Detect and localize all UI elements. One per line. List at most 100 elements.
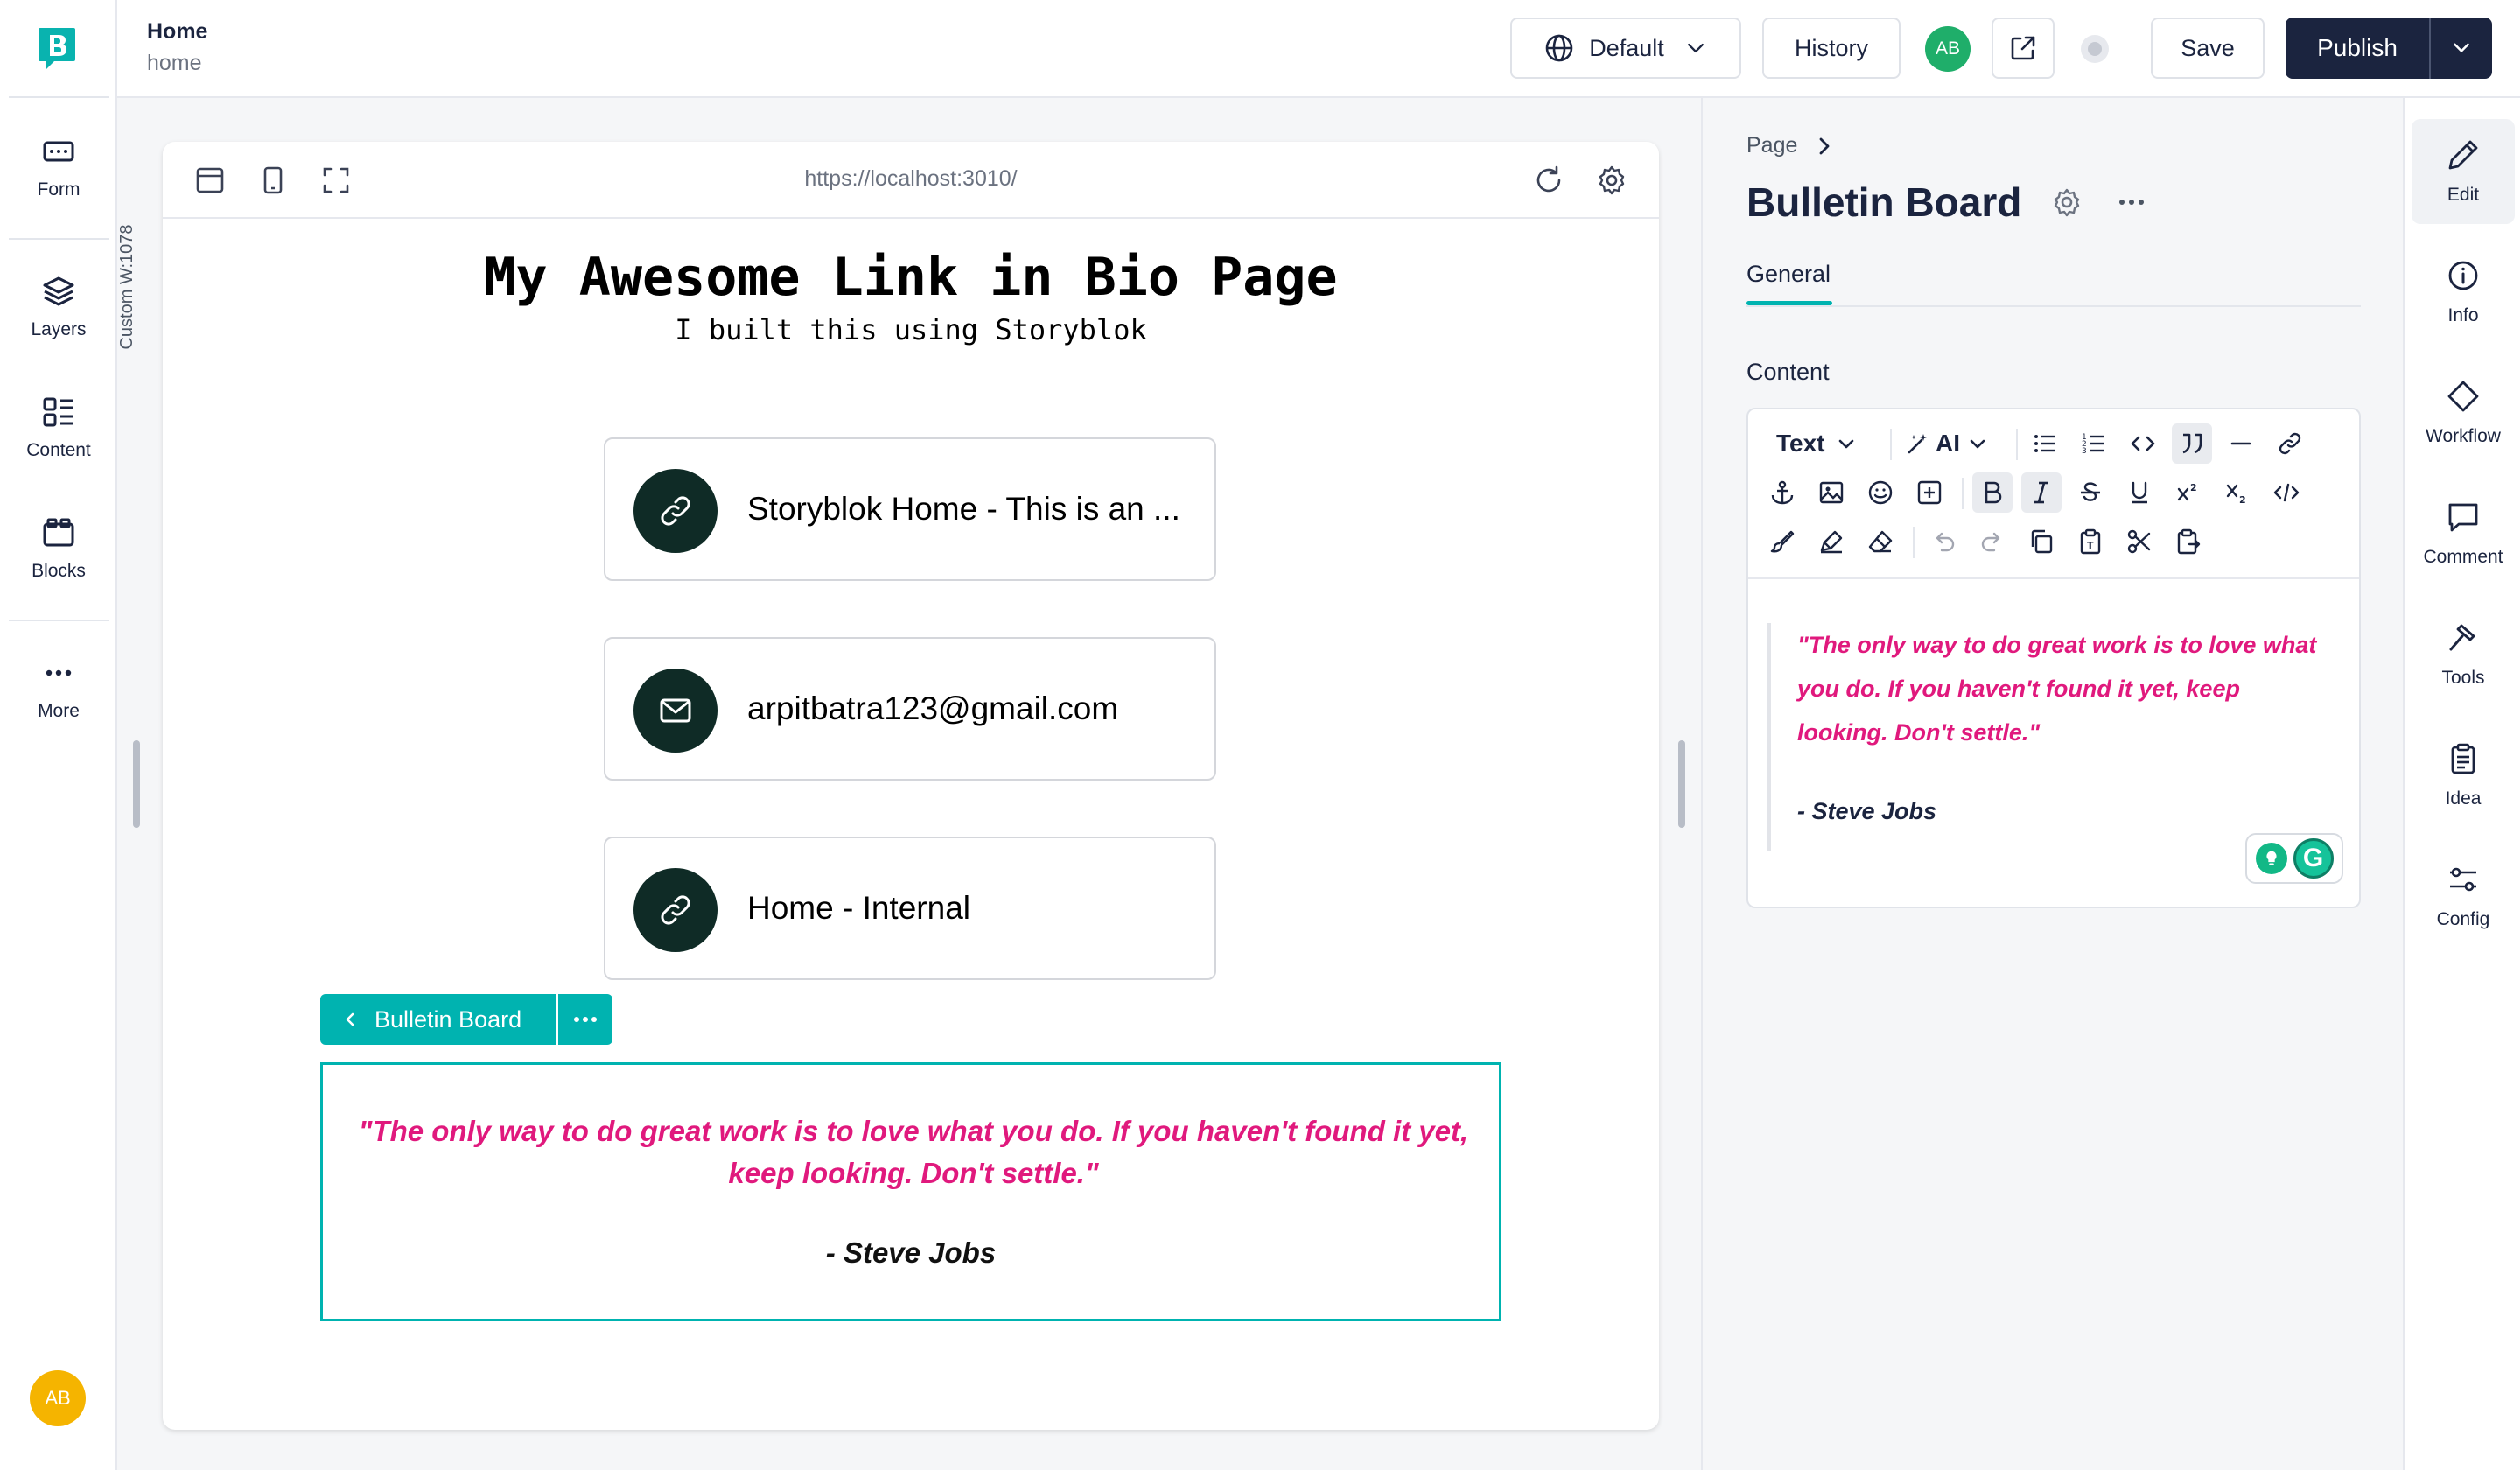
sidebar-item-content[interactable]: Content bbox=[0, 380, 117, 476]
link-card[interactable]: arpitbatra123@gmail.com bbox=[604, 637, 1216, 780]
collaborator-avatar[interactable]: AB bbox=[1925, 26, 1970, 72]
underline-button[interactable] bbox=[2119, 472, 2160, 513]
block-options-button[interactable] bbox=[558, 994, 613, 1045]
grammarly-logo-icon[interactable]: G bbox=[2292, 838, 2334, 878]
left-resize-handle[interactable] bbox=[133, 740, 140, 828]
sidebar-item-blocks[interactable]: Blocks bbox=[0, 500, 117, 597]
sidebar-item-label: Workflow bbox=[2426, 426, 2501, 446]
paste-special-button[interactable] bbox=[2168, 522, 2208, 562]
panel-title: Bulletin Board bbox=[1746, 178, 2146, 226]
ai-label: AI bbox=[1936, 430, 1960, 457]
sidebar-item-more[interactable]: More bbox=[0, 640, 117, 737]
chevron-right-icon bbox=[1819, 137, 1830, 154]
bullet-list-button[interactable] bbox=[2025, 424, 2065, 464]
copy-button[interactable] bbox=[2021, 522, 2062, 562]
editor-content[interactable]: "The only way to do great work is to lov… bbox=[1768, 623, 2328, 850]
block-editor-panel: Page Bulletin Board General Content Text bbox=[1701, 98, 2403, 1470]
block-parent-button[interactable]: Bulletin Board bbox=[320, 994, 557, 1045]
more-dots-icon[interactable] bbox=[2118, 198, 2146, 206]
svg-text:3: 3 bbox=[2082, 447, 2087, 456]
code-block-button[interactable] bbox=[2266, 472, 2306, 513]
sidebar-item-workflow[interactable]: Workflow bbox=[2412, 360, 2515, 466]
chevron-down-icon bbox=[2454, 43, 2469, 52]
text-format-dropdown[interactable]: Text bbox=[1776, 424, 1858, 464]
sidebar-item-form[interactable]: Form bbox=[0, 119, 117, 215]
code-icon bbox=[2131, 436, 2155, 452]
sidebar-item-tools[interactable]: Tools bbox=[2412, 602, 2515, 707]
cut-button[interactable] bbox=[2119, 522, 2160, 562]
subscript-button[interactable]: 2 bbox=[2217, 472, 2258, 513]
sidebar-item-label: Layers bbox=[31, 319, 87, 340]
history-button[interactable]: History bbox=[1762, 18, 1900, 79]
right-sidebar: Edit Info Workflow Comment Tools Idea Co… bbox=[2403, 98, 2520, 1470]
active-tab-indicator bbox=[1746, 301, 1832, 305]
info-icon bbox=[2448, 261, 2478, 290]
redo-button[interactable] bbox=[1972, 522, 2012, 562]
breadcrumb[interactable]: Page bbox=[1746, 133, 1836, 158]
breadcrumb-page[interactable]: Page bbox=[1746, 133, 1797, 158]
highlight-button[interactable] bbox=[1811, 522, 1852, 562]
ordered-list-icon: 123 bbox=[2082, 433, 2104, 456]
gear-icon[interactable] bbox=[2051, 186, 2082, 218]
storyblok-logo-icon[interactable] bbox=[37, 26, 77, 72]
left-sidebar: Form Layers Content Blocks More AB bbox=[0, 0, 117, 1470]
link-icon bbox=[634, 469, 718, 553]
preview-toolbar: https://localhost:3010/ bbox=[163, 142, 1659, 219]
user-avatar[interactable]: AB bbox=[30, 1370, 86, 1426]
tab-general[interactable]: General bbox=[1746, 261, 1830, 288]
open-external-button[interactable] bbox=[1992, 18, 2054, 79]
italic-button[interactable] bbox=[2021, 472, 2062, 513]
sidebar-item-edit[interactable]: Edit bbox=[2412, 119, 2515, 224]
workflow-icon bbox=[2447, 381, 2479, 412]
magic-wand-icon bbox=[1908, 434, 1927, 454]
language-select[interactable]: Default bbox=[1510, 18, 1741, 79]
image-button[interactable] bbox=[1811, 472, 1852, 513]
ordered-list-button[interactable]: 123 bbox=[2074, 424, 2114, 464]
strikethrough-icon bbox=[2081, 482, 2100, 501]
link-card[interactable]: Home - Internal bbox=[604, 836, 1216, 980]
anchor-button[interactable] bbox=[1762, 472, 1802, 513]
publish-button[interactable]: Publish bbox=[2286, 18, 2429, 79]
gear-icon bbox=[1599, 165, 1625, 195]
strikethrough-button[interactable] bbox=[2070, 472, 2110, 513]
bold-button[interactable] bbox=[1972, 472, 2012, 513]
quote-author: - Steve Jobs bbox=[825, 1236, 997, 1269]
link-text: arpitbatra123@gmail.com bbox=[747, 690, 1119, 726]
bulletin-board-block[interactable]: "The only way to do great work is to lov… bbox=[320, 1062, 1502, 1321]
config-icon bbox=[2450, 867, 2476, 892]
preview-url[interactable]: https://localhost:3010/ bbox=[163, 166, 1659, 192]
code-button[interactable] bbox=[2123, 424, 2163, 464]
divider bbox=[9, 96, 108, 98]
emoji-button[interactable] bbox=[1860, 472, 1900, 513]
publish-options-button[interactable] bbox=[2431, 18, 2492, 79]
sidebar-item-idea[interactable]: Idea bbox=[2412, 723, 2515, 828]
text-color-button[interactable] bbox=[1762, 522, 1802, 562]
text-format-label: Text bbox=[1776, 430, 1825, 457]
reload-button[interactable] bbox=[1530, 161, 1568, 200]
sidebar-item-info[interactable]: Info bbox=[2412, 240, 2515, 345]
editor-quote-author: - Steve Jobs bbox=[1797, 798, 1937, 824]
insert-block-button[interactable] bbox=[1909, 472, 1950, 513]
link-card[interactable]: Storyblok Home - This is an ... bbox=[604, 438, 1216, 581]
preview-settings-button[interactable] bbox=[1592, 161, 1631, 200]
save-button[interactable]: Save bbox=[2151, 18, 2264, 79]
sidebar-item-comment[interactable]: Comment bbox=[2412, 481, 2515, 586]
blockquote-button[interactable] bbox=[2172, 424, 2212, 464]
superscript-button[interactable]: 2 bbox=[2168, 472, 2208, 513]
subscript-icon: 2 bbox=[2226, 484, 2246, 506]
sidebar-item-layers[interactable]: Layers bbox=[0, 259, 117, 355]
paste-button[interactable]: T bbox=[2070, 522, 2110, 562]
ai-dropdown[interactable]: AI bbox=[1906, 424, 1990, 464]
right-resize-handle[interactable] bbox=[1678, 740, 1685, 828]
horizontal-rule-button[interactable] bbox=[2221, 424, 2261, 464]
lightbulb-icon[interactable] bbox=[2255, 843, 2287, 874]
grammarly-widget[interactable]: G bbox=[2245, 833, 2343, 884]
layers-icon bbox=[43, 276, 74, 306]
link-button[interactable] bbox=[2270, 424, 2310, 464]
app-root: Form Layers Content Blocks More AB Home … bbox=[0, 0, 2520, 1470]
sidebar-item-label: Config bbox=[2436, 909, 2490, 929]
clear-format-button[interactable] bbox=[1860, 522, 1900, 562]
sidebar-item-config[interactable]: Config bbox=[2412, 844, 2515, 948]
undo-button[interactable] bbox=[1923, 522, 1964, 562]
sidebar-item-label: Comment bbox=[2423, 547, 2503, 567]
